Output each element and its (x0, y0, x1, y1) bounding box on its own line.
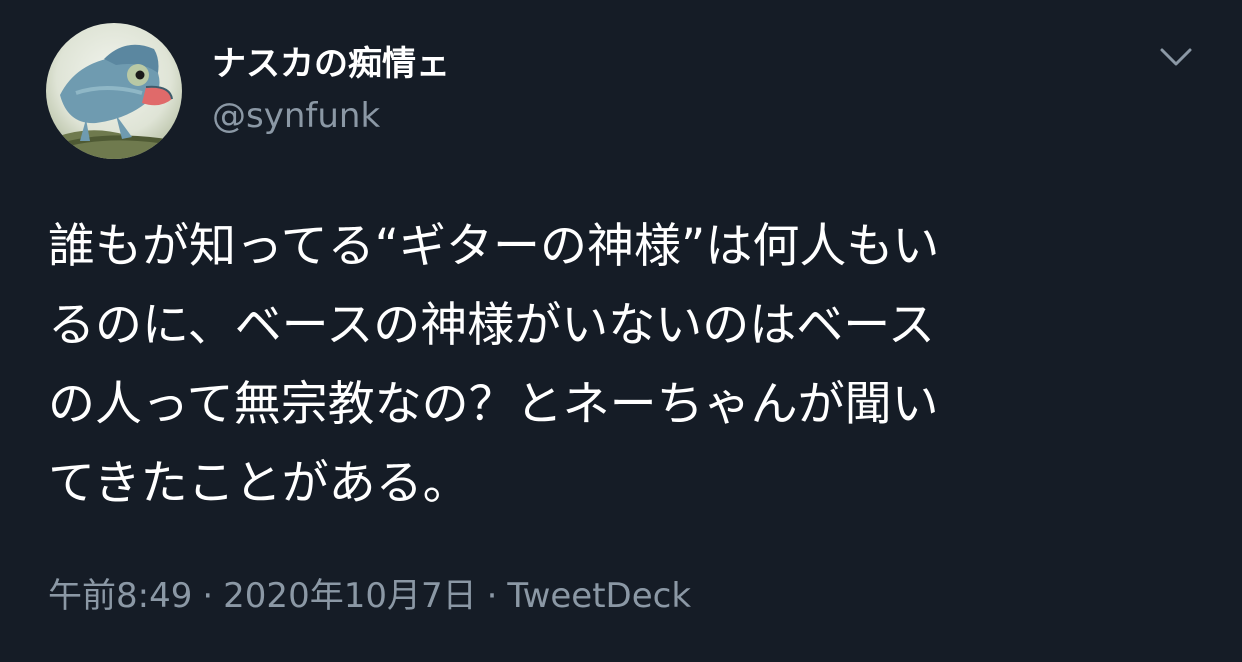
meta-separator: · (486, 576, 498, 616)
tweet-text: 誰もが知ってる“ギターの神様”は何人もい るのに、ベースの神様がいないのはベース… (48, 207, 1198, 523)
chameleon-avatar-icon (46, 23, 182, 159)
user-handle[interactable]: @synfunk (212, 96, 380, 136)
display-name[interactable]: ナスカの痴情ェ (212, 44, 450, 84)
tweet-date[interactable]: 2020年10月7日 (223, 576, 476, 616)
chevron-down-icon[interactable] (1156, 40, 1196, 72)
avatar[interactable] (46, 23, 182, 159)
tweet-time[interactable]: 午前8:49 (48, 576, 192, 616)
tweet-text-line: てきたことがある。 (48, 456, 470, 511)
tweet-text-line: の人って無宗教なの？とネーちゃんが聞い (48, 377, 939, 432)
tweet-meta: 午前8:49 · 2020年10月7日 · TweetDeck (48, 574, 691, 618)
tweet-client[interactable]: TweetDeck (507, 576, 691, 616)
tweet-text-line: るのに、ベースの神様がいないのはベース (48, 298, 935, 353)
meta-separator: · (202, 576, 214, 616)
tweet-text-line: 誰もが知ってる“ギターの神様”は何人もい (48, 219, 940, 274)
